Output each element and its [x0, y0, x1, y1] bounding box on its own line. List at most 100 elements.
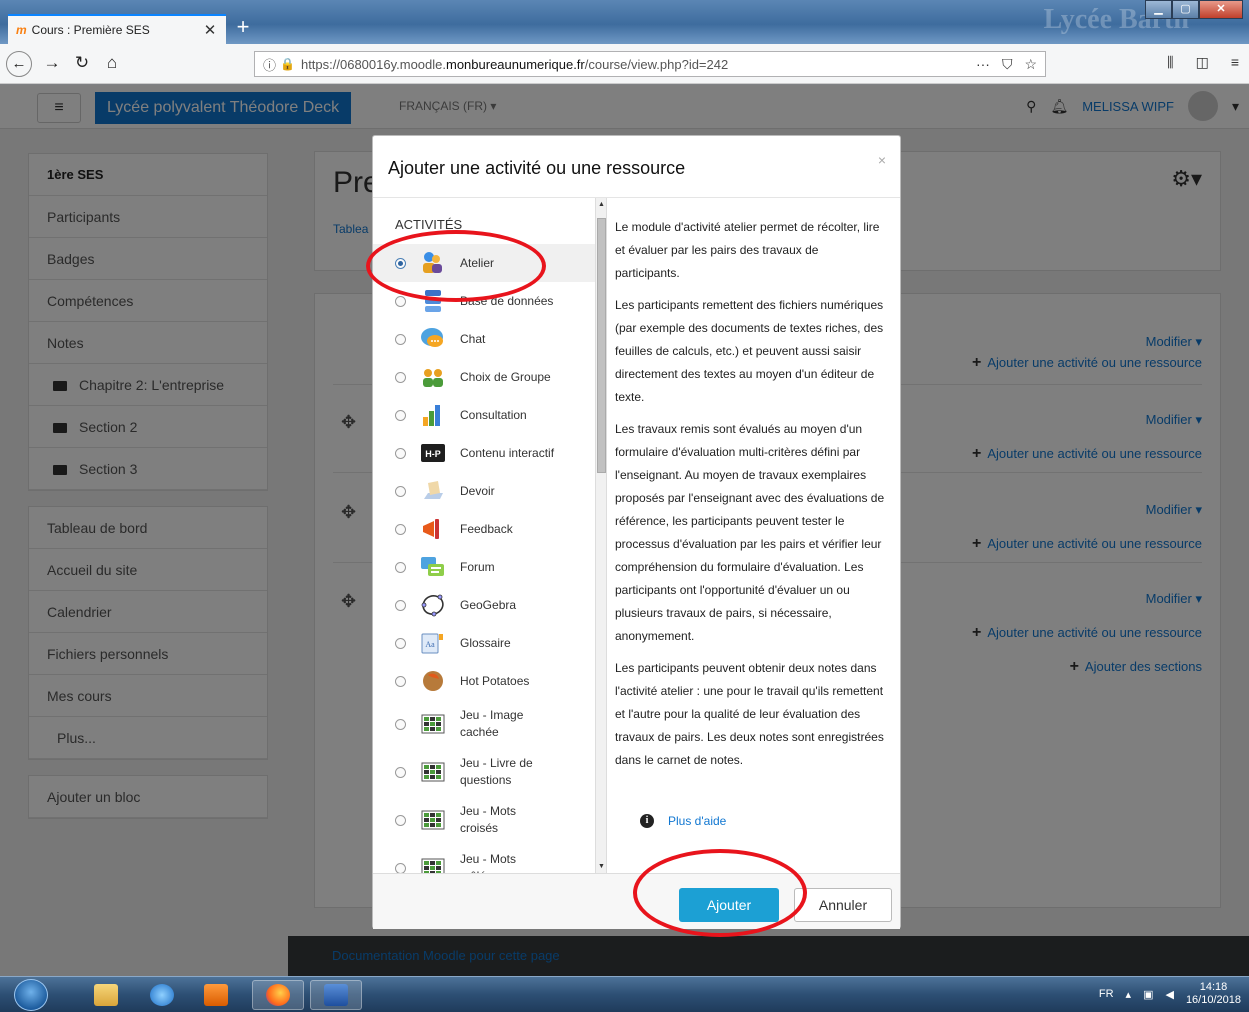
activity-option[interactable]: Jeu - Livre de questions [373, 748, 595, 796]
chat-icon [420, 327, 446, 351]
radio-button[interactable] [395, 295, 406, 307]
volume-icon[interactable]: ◀ [1165, 988, 1173, 1001]
clock-time: 14:18 [1199, 981, 1228, 993]
new-tab-button[interactable]: + [230, 14, 256, 42]
scroll-down-icon[interactable]: ▼ [598, 863, 605, 870]
more-help-link[interactable]: Plus d'aide [668, 814, 726, 828]
taskbar-explorer[interactable] [80, 980, 132, 1010]
clock[interactable]: 14:18 16/10/2018 [1186, 981, 1241, 1007]
maximize-button[interactable]: ▢ [1172, 0, 1199, 19]
activity-option[interactable]: Feedback [373, 510, 595, 548]
info-icon: i [640, 814, 654, 828]
menu-icon[interactable]: ≡ [1231, 54, 1239, 71]
library-icon[interactable]: ⫼ [1167, 54, 1173, 71]
activity-option-label: Chat [460, 331, 486, 346]
radio-button[interactable] [395, 637, 406, 649]
activity-option[interactable]: H-P Contenu interactif [373, 434, 595, 472]
back-button[interactable]: ← [6, 51, 32, 77]
taskbar-firefox[interactable] [252, 980, 304, 1010]
geogebra-icon [420, 593, 446, 617]
activity-option[interactable]: Hot Potatoes [373, 662, 595, 700]
activity-option[interactable]: Base de données [373, 282, 595, 320]
activity-option[interactable]: Jeu - Mots croisés [373, 796, 595, 844]
browser-tab[interactable]: m Cours : Première SES ✕ [8, 14, 226, 44]
radio-button[interactable] [395, 485, 406, 497]
close-icon[interactable]: × [878, 152, 886, 168]
radio-button[interactable] [395, 257, 406, 269]
activity-option[interactable]: GeoGebra [373, 586, 595, 624]
radio-button[interactable] [395, 371, 406, 383]
start-button[interactable] [14, 979, 48, 1011]
clock-date: 16/10/2018 [1185, 994, 1241, 1006]
tab-close-icon[interactable]: ✕ [202, 21, 218, 39]
activity-chooser-dialog: Ajouter une activité ou une ressource × … [372, 135, 901, 929]
activity-option[interactable]: Forum [373, 548, 595, 586]
activity-option[interactable]: Aa Glossaire [373, 624, 595, 662]
scrollbar-thumb[interactable] [597, 218, 606, 473]
dialog-title: Ajouter une activité ou une ressource [388, 158, 686, 178]
radio-button[interactable] [395, 675, 406, 687]
info-icon[interactable]: ⓘ [263, 55, 276, 74]
system-tray: FR ▴ ▣ ◀ 14:18 16/10/2018 [1099, 981, 1241, 1007]
window-close-button[interactable]: ✕ [1199, 0, 1243, 19]
activity-option[interactable]: Chat [373, 320, 595, 358]
url-bar[interactable]: ⓘ 🔒 https://0680016y.moodle.monbureaunum… [254, 51, 1046, 77]
feedback-chart-icon [420, 403, 446, 427]
options-list: Atelier Base de données Chat Choix de Group… [373, 244, 595, 873]
activity-option[interactable]: Consultation [373, 396, 595, 434]
assignment-icon [420, 479, 446, 503]
game-icon [420, 760, 446, 784]
activity-option[interactable]: Jeu - Image cachée [373, 700, 595, 748]
radio-button[interactable] [395, 333, 406, 345]
radio-button[interactable] [395, 766, 406, 778]
radio-button[interactable] [395, 718, 406, 730]
taskbar-ie[interactable] [136, 980, 188, 1010]
sidebar-toggle-icon[interactable]: ◫ [1196, 54, 1209, 71]
activity-option[interactable]: Atelier [373, 244, 595, 282]
game-icon [420, 712, 446, 736]
lock-icon: 🔒 [280, 57, 295, 71]
group-choice-icon [420, 365, 446, 389]
game-icon [420, 808, 446, 832]
activity-option[interactable]: Devoir [373, 472, 595, 510]
options-scrollbar[interactable]: ▲ ▼ [595, 198, 606, 873]
taskbar-media[interactable] [190, 980, 242, 1010]
activity-option-label: Jeu - Livre de questions [460, 756, 533, 787]
page-actions-icon[interactable]: ··· [976, 56, 990, 73]
media-icon [204, 984, 228, 1006]
activity-option[interactable]: Choix de Groupe [373, 358, 595, 396]
activity-option-label: Hot Potatoes [460, 673, 530, 688]
radio-button[interactable] [395, 523, 406, 535]
language-indicator[interactable]: FR [1099, 988, 1114, 1000]
taskbar-word[interactable] [310, 980, 362, 1010]
activities-header: ACTIVITÉS [395, 217, 463, 232]
folder-icon [94, 984, 118, 1006]
megaphone-icon [420, 517, 446, 541]
bookmark-star-icon[interactable]: ☆ [1024, 56, 1037, 73]
reload-button[interactable]: ↻ [70, 52, 94, 76]
radio-button[interactable] [395, 599, 406, 611]
forward-button[interactable]: → [40, 52, 64, 76]
radio-button[interactable] [395, 862, 406, 873]
show-hidden-icons-icon[interactable]: ▴ [1126, 988, 1132, 1001]
scroll-up-icon[interactable]: ▲ [598, 201, 605, 208]
pocket-icon[interactable]: ⛉ [1002, 56, 1013, 73]
svg-text:Aa: Aa [425, 640, 435, 649]
radio-button[interactable] [395, 409, 406, 421]
minimize-button[interactable]: ▁ [1145, 0, 1172, 19]
activity-option-label: Consultation [460, 407, 527, 422]
home-button[interactable]: ⌂ [100, 52, 124, 76]
radio-button[interactable] [395, 447, 406, 459]
description-paragraph: Les participants peuvent obtenir deux no… [615, 661, 884, 767]
radio-button[interactable] [395, 814, 406, 826]
activity-option[interactable]: Jeu - Mots mêlés [373, 844, 595, 873]
cancel-button[interactable]: Annuler [794, 888, 892, 922]
activity-option-label: Atelier [460, 255, 495, 270]
add-button[interactable]: Ajouter [679, 888, 779, 922]
radio-button[interactable] [395, 561, 406, 573]
activity-option-label: Choix de Groupe [460, 369, 551, 384]
description-paragraph: Les participants remettent des fichiers … [615, 298, 884, 404]
network-icon[interactable]: ▣ [1143, 988, 1153, 1001]
hotpotatoes-icon [420, 669, 446, 693]
activity-option-label: Devoir [460, 483, 495, 498]
